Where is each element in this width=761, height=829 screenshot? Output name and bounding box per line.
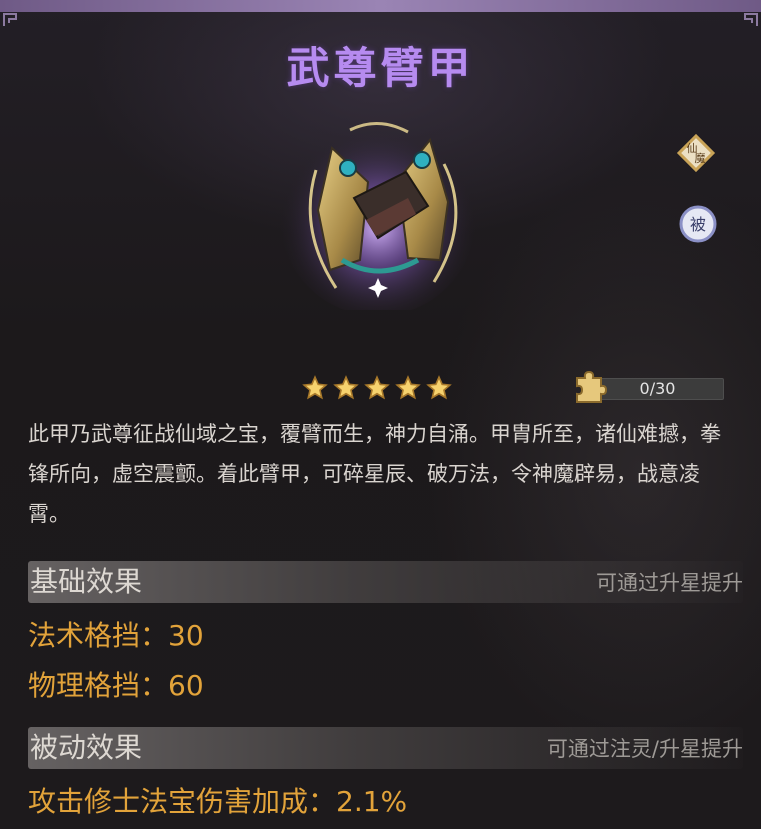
- star-icon: [426, 375, 452, 400]
- star-icon: [395, 375, 421, 400]
- base-effect-title: 基础效果: [30, 565, 143, 598]
- item-title: 武尊臂甲: [286, 44, 475, 94]
- top-border-band: [0, 0, 761, 12]
- star-icon: [302, 375, 328, 400]
- passive-effect-title: 被动效果: [30, 731, 143, 764]
- passive-badge[interactable]: 被: [678, 204, 718, 244]
- star-icon: [364, 375, 390, 400]
- corner-ornament-icon: [3, 13, 17, 26]
- star-rating: [302, 375, 452, 401]
- stat-spell-block: 法术格挡：30: [28, 619, 204, 652]
- arm-guard-armor-icon: [280, 120, 476, 310]
- svg-text:被: 被: [690, 215, 706, 234]
- fragment-progress: 0/30: [571, 369, 724, 405]
- corner-ornament-icon: [744, 13, 758, 26]
- base-effect-hint: 可通过升星提升: [596, 571, 743, 595]
- passive-effect-header: 被动效果 可通过注灵/升星提升: [28, 727, 743, 769]
- star-icon: [333, 375, 359, 400]
- fragment-count: 0/30: [639, 379, 676, 398]
- passive-badge-icon: 被: [679, 205, 717, 243]
- item-detail-panel: 武尊臂甲 仙魔 被 0/30 此甲乃武尊征战仙域之宝，覆臂而生，神力自涌。甲胄所…: [0, 0, 761, 829]
- puzzle-piece-icon: [576, 370, 607, 403]
- passive-effect-hint: 可通过注灵/升星提升: [546, 737, 743, 761]
- xianmo-badge[interactable]: 仙魔: [676, 133, 716, 173]
- stat-physical-block: 物理格挡：60: [28, 669, 204, 702]
- stat-treasure-damage-bonus: 攻击修士法宝伤害加成：2.1%: [28, 785, 408, 818]
- item-description: 此甲乃武尊征战仙域之宝，覆臂而生，神力自涌。甲胄所至，诸仙难撼，拳锋所向，虚空震…: [28, 422, 721, 526]
- xianmo-badge-icon: 仙魔: [676, 133, 716, 173]
- base-effect-header: 基础效果 可通过升星提升: [28, 561, 743, 603]
